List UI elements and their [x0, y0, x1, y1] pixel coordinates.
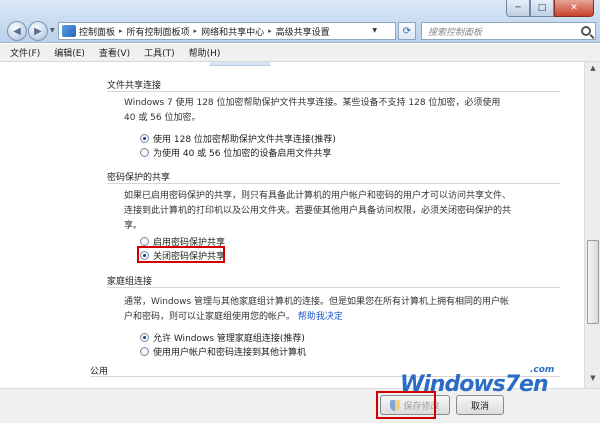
recent-pages-dropdown[interactable]: ▼: [50, 27, 55, 34]
breadcrumb-separator-icon[interactable]: ▸: [119, 27, 123, 35]
homegroup-description: 通常，Windows 管理与其他家庭组计算机的连接。但是如果您在所有计算机上拥有…: [124, 295, 514, 325]
address-bar[interactable]: 控制面板 ▸ 所有控制面板项 ▸ 网络和共享中心 ▸ 高级共享设置 ▼: [58, 22, 396, 40]
menu-edit[interactable]: 编辑(E): [54, 46, 85, 59]
address-dropdown-icon[interactable]: ▼: [372, 27, 377, 34]
forward-button[interactable]: ▶: [28, 21, 48, 41]
radio-label: 使用用户帐户和密码连接到其他计算机: [153, 347, 307, 358]
radio-label: 使用 128 位加密帮助保护文件共享连接(推荐): [153, 134, 336, 145]
refresh-icon: ⟳: [402, 25, 412, 37]
menu-file[interactable]: 文件(F): [10, 46, 40, 59]
radio-button[interactable]: [140, 236, 149, 246]
annotation-highlight-box: [137, 246, 225, 263]
settings-content: 文件共享连接 Windows 7 使用 128 位加密帮助保护文件共享连接。某些…: [0, 62, 584, 388]
breadcrumb-separator-icon[interactable]: ▸: [268, 27, 272, 35]
section-divider: [107, 183, 560, 184]
vertical-scrollbar[interactable]: ▲ ▼: [584, 62, 600, 388]
close-button[interactable]: ✕: [554, 0, 594, 17]
scroll-up-icon[interactable]: ▲: [587, 64, 599, 76]
radio-use-account[interactable]: 使用用户帐户和密码连接到其他计算机: [140, 344, 306, 358]
search-icon[interactable]: [581, 26, 591, 36]
section-divider: [107, 287, 560, 288]
radio-button[interactable]: [140, 346, 149, 356]
section-title-file-sharing: 文件共享连接: [107, 81, 162, 91]
refresh-button[interactable]: ⟳: [398, 22, 416, 40]
arrow-right-icon: ▶: [34, 25, 42, 37]
radio-button[interactable]: [140, 133, 149, 143]
watermark-domain: .com: [530, 365, 555, 375]
radio-button[interactable]: [140, 332, 149, 342]
menu-help[interactable]: 帮助(H): [189, 46, 221, 59]
section-title-password-sharing: 密码保护的共享: [107, 173, 171, 183]
radio-40-56bit[interactable]: 为使用 40 或 56 位加密的设备启用文件共享: [140, 145, 331, 159]
breadcrumb-network-center[interactable]: 网络和共享中心: [201, 25, 264, 38]
maximize-button[interactable]: □: [530, 0, 554, 17]
watermark-text: Windows7en: [400, 372, 549, 397]
file-sharing-description: Windows 7 使用 128 位加密帮助保护文件共享连接。某些设备不支持 1…: [124, 98, 501, 123]
cancel-label: 取消: [470, 401, 489, 412]
scroll-thumb[interactable]: [587, 240, 599, 324]
radio-128bit[interactable]: 使用 128 位加密帮助保护文件共享连接(推荐): [140, 131, 336, 145]
breadcrumb-advanced-sharing[interactable]: 高级共享设置: [276, 25, 330, 38]
breadcrumb-all-items[interactable]: 所有控制面板项: [127, 25, 190, 38]
radio-label: 为使用 40 或 56 位加密的设备启用文件共享: [153, 148, 332, 159]
radio-windows-manage[interactable]: 允许 Windows 管理家庭组连接(推荐): [140, 330, 305, 344]
minimize-button[interactable]: ─: [506, 0, 530, 17]
menu-view[interactable]: 查看(V): [99, 46, 130, 59]
section-title-homegroup: 家庭组连接: [107, 277, 153, 287]
arrow-left-icon: ◀: [13, 25, 21, 37]
back-button[interactable]: ◀: [7, 21, 27, 41]
control-panel-icon: [62, 25, 76, 37]
radio-button[interactable]: [140, 147, 149, 157]
radio-label: 允许 Windows 管理家庭组连接(推荐): [153, 333, 305, 344]
help-me-decide-link[interactable]: 帮助我决定: [298, 312, 343, 322]
search-input[interactable]: 搜索控制面板: [421, 22, 596, 40]
search-placeholder: 搜索控制面板: [428, 27, 483, 38]
breadcrumb-control-panel[interactable]: 控制面板: [79, 25, 115, 38]
watermark-logo: Windows7en .com: [382, 360, 562, 400]
window-titlebar: ─ □ ✕ ◀ ▶ ▼ 控制面板 ▸ 所有控制面板项 ▸ 网络和共享中心 ▸ 高…: [0, 0, 600, 43]
window-controls: ─ □ ✕: [506, 0, 594, 17]
section-divider: [107, 91, 560, 92]
previous-section-strip: [210, 62, 270, 66]
breadcrumb-separator-icon[interactable]: ▸: [194, 27, 198, 35]
menu-tools[interactable]: 工具(T): [144, 46, 175, 59]
menu-bar: 文件(F) 编辑(E) 查看(V) 工具(T) 帮助(H): [0, 44, 600, 62]
scroll-down-icon[interactable]: ▼: [587, 374, 599, 386]
password-sharing-description: 如果已启用密码保护的共享，则只有具备此计算机的用户帐户和密码的用户才可以访问共享…: [124, 191, 512, 231]
